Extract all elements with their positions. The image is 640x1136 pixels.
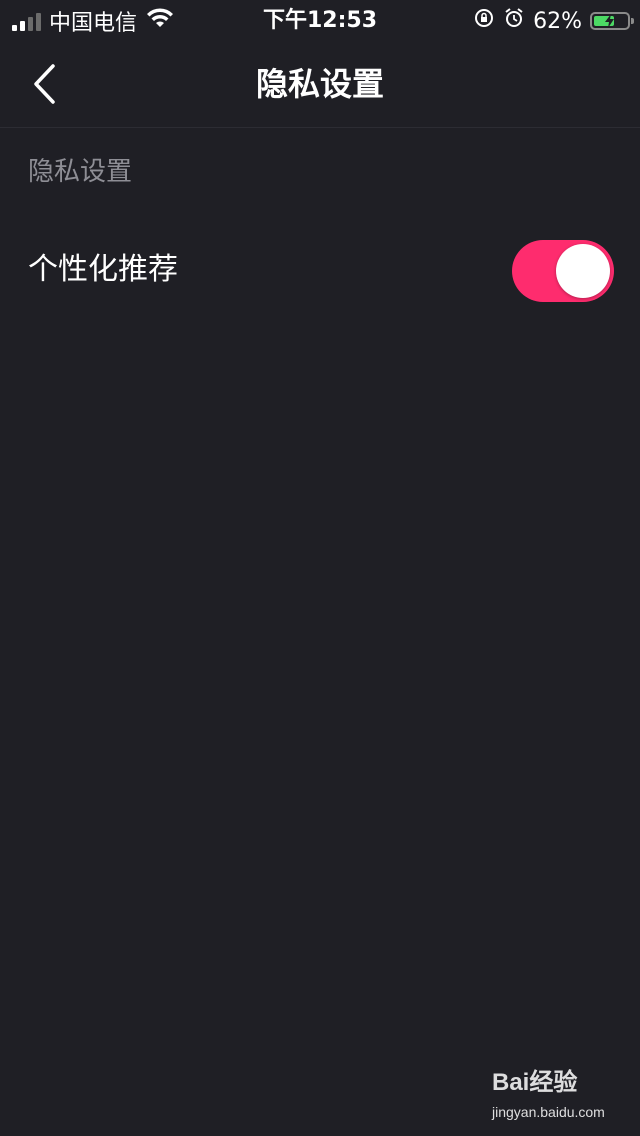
alarm-icon: [503, 7, 525, 35]
status-bar: 中国电信 下午12:53 62%: [0, 0, 640, 40]
watermark-url: jingyan.baidu.com: [492, 1104, 605, 1120]
battery-percent: 62%: [533, 8, 582, 34]
status-right: 62%: [473, 6, 634, 36]
privacy-settings-screen: 中国电信 下午12:53 62% 隐私设置 隐私设置 个性化推荐 Bai经验 j…: [0, 0, 640, 1136]
chevron-left-icon: [34, 64, 55, 104]
nav-bar: 隐私设置: [0, 40, 640, 128]
setting-row-personalized-recommendation: 个性化推荐: [0, 220, 640, 320]
back-button[interactable]: [22, 58, 66, 110]
battery-charging-icon: [590, 12, 634, 30]
personalized-recommendation-toggle[interactable]: [512, 240, 614, 302]
toggle-knob: [556, 244, 610, 298]
section-header: 隐私设置: [28, 157, 133, 187]
baidu-jingyan-watermark: Bai经验 jingyan.baidu.com: [492, 1062, 608, 1120]
setting-label: 个性化推荐: [28, 252, 178, 287]
watermark-brand: Bai经验: [492, 1069, 578, 1096]
page-title: 隐私设置: [255, 65, 384, 103]
orientation-lock-icon: [473, 7, 495, 35]
